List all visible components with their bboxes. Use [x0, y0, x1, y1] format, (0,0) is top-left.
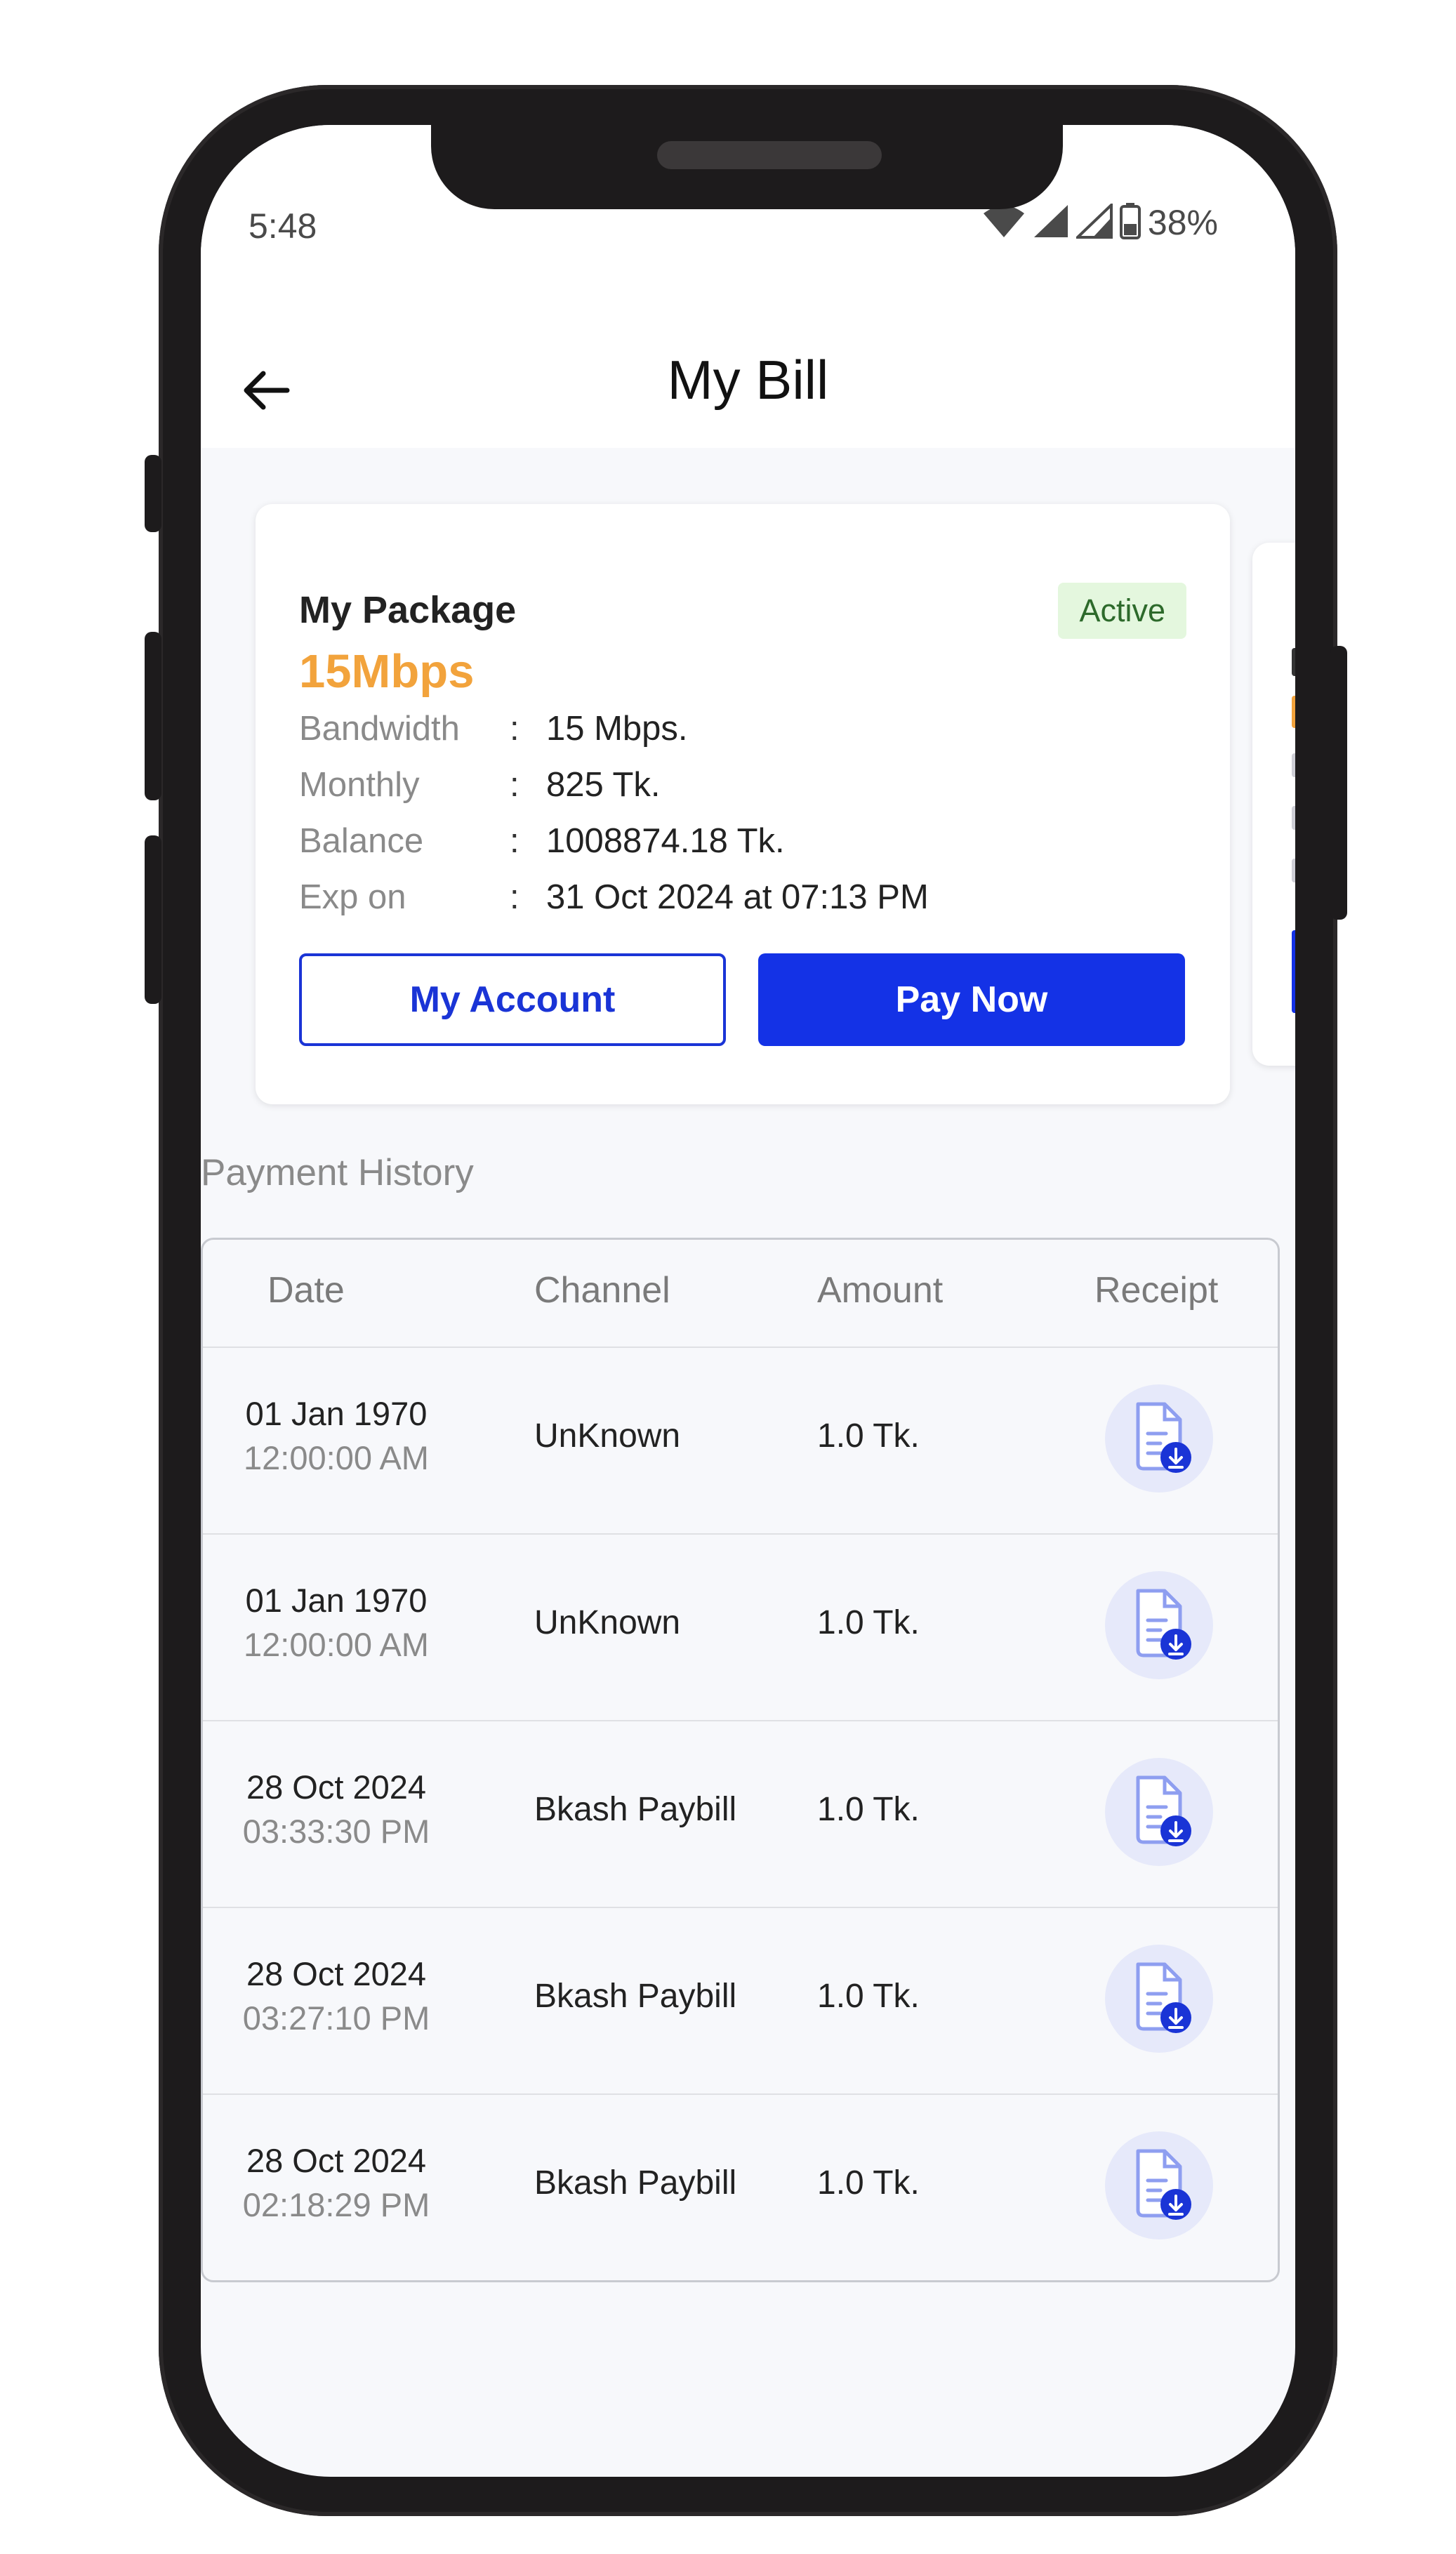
table-row: 28 Oct 2024 03:33:30 PM Bkash Paybill 1.… [203, 1720, 1278, 1908]
pay-now-button[interactable]: Pay Now [758, 953, 1185, 1046]
status-icons: 38% [982, 201, 1218, 243]
table-header: Date Channel Amount Receipt [203, 1240, 1278, 1348]
payment-time: 12:00:00 AM [244, 1626, 429, 1663]
payment-time: 03:33:30 PM [242, 1813, 430, 1850]
info-value: 31 Oct 2024 at 07:13 PM [546, 878, 929, 916]
receipt-download-icon [1124, 2145, 1194, 2226]
payment-history-title: Payment History [201, 1152, 474, 1193]
payment-date-cell: 28 Oct 2024 03:33:30 PM [231, 1768, 442, 1851]
next-package-card[interactable] [1252, 543, 1295, 1066]
payment-time: 12:00:00 AM [244, 1439, 429, 1476]
payment-channel: UnKnown [534, 1604, 681, 1641]
download-receipt-button[interactable] [1105, 2131, 1213, 2239]
payment-amount: 1.0 Tk. [817, 2164, 920, 2202]
page-title: My Bill [667, 349, 829, 411]
info-value: 15 Mbps. [546, 710, 688, 748]
info-label: Exp on [299, 878, 406, 916]
package-heading: My Package [299, 589, 517, 631]
battery-icon [1119, 202, 1141, 243]
phone-screen: 5:48 38% My Bill My Package Active 15Mbp… [201, 125, 1295, 2477]
package-card: My Package Active 15Mbps Bandwidth : 15 … [256, 504, 1230, 1104]
status-time: 5:48 [249, 206, 317, 246]
column-header-channel: Channel [534, 1270, 670, 1311]
payment-history-table: Date Channel Amount Receipt 01 Jan 1970 … [201, 1238, 1280, 2282]
column-header-date: Date [267, 1270, 345, 1311]
payment-channel: Bkash Paybill [534, 1791, 737, 1828]
side-button [145, 455, 161, 532]
signal-icon [1033, 204, 1069, 242]
battery-percent: 38% [1147, 203, 1218, 242]
side-button [145, 632, 161, 800]
payment-channel: UnKnown [534, 1417, 681, 1455]
payment-date-cell: 01 Jan 1970 12:00:00 AM [231, 1394, 442, 1477]
download-receipt-button[interactable] [1105, 1571, 1213, 1679]
peek-heading [1292, 648, 1295, 676]
phone-speaker [657, 141, 882, 169]
peek-button [1292, 930, 1295, 1013]
info-label: Monthly [299, 766, 420, 804]
payment-date: 28 Oct 2024 [246, 1955, 427, 1992]
payment-amount: 1.0 Tk. [817, 1791, 920, 1828]
payment-date-cell: 28 Oct 2024 03:27:10 PM [231, 1954, 442, 2037]
info-separator: : [510, 710, 519, 748]
peek-row [1292, 753, 1295, 777]
info-separator: : [510, 822, 519, 860]
info-label: Bandwidth [299, 710, 460, 748]
table-row: 28 Oct 2024 03:27:10 PM Bkash Paybill 1.… [203, 1907, 1278, 2095]
payment-time: 03:27:10 PM [242, 1999, 430, 2037]
payment-channel: Bkash Paybill [534, 2164, 737, 2202]
column-header-receipt: Receipt [1094, 1270, 1219, 1311]
info-separator: : [510, 766, 519, 804]
payment-date: 28 Oct 2024 [246, 1768, 427, 1806]
payment-amount: 1.0 Tk. [817, 1417, 920, 1455]
app-bar: My Bill [201, 322, 1295, 448]
receipt-download-icon [1124, 1398, 1194, 1479]
my-account-button[interactable]: My Account [299, 953, 726, 1046]
table-row: 01 Jan 1970 12:00:00 AM UnKnown 1.0 Tk. [203, 1347, 1278, 1535]
payment-date: 01 Jan 1970 [245, 1582, 428, 1619]
package-speed: 15Mbps [299, 645, 475, 698]
payment-amount: 1.0 Tk. [817, 1604, 920, 1641]
peek-row [1292, 806, 1295, 830]
payment-date-cell: 28 Oct 2024 02:18:29 PM [231, 2141, 442, 2224]
info-value: 1008874.18 Tk. [546, 822, 785, 860]
download-receipt-button[interactable] [1105, 1384, 1213, 1493]
receipt-download-icon [1124, 1772, 1194, 1853]
info-row-bandwidth: Bandwidth : 15 Mbps. [299, 709, 688, 748]
payment-channel: Bkash Paybill [534, 1978, 737, 2015]
payment-date: 28 Oct 2024 [246, 2142, 427, 2179]
peek-row [1292, 859, 1295, 882]
column-header-amount: Amount [817, 1270, 944, 1311]
payment-amount: 1.0 Tk. [817, 1978, 920, 2015]
table-row: 01 Jan 1970 12:00:00 AM UnKnown 1.0 Tk. [203, 1533, 1278, 1721]
receipt-download-icon [1124, 1585, 1194, 1666]
payment-time: 02:18:29 PM [242, 2186, 430, 2223]
side-button [145, 835, 161, 1004]
signal-icon [1073, 201, 1113, 242]
receipt-download-icon [1124, 1959, 1194, 2039]
info-row-monthly: Monthly : 825 Tk. [299, 765, 661, 805]
info-value: 825 Tk. [546, 766, 661, 804]
table-row: 28 Oct 2024 02:18:29 PM Bkash Paybill 1.… [203, 2093, 1278, 2280]
download-receipt-button[interactable] [1105, 1945, 1213, 2053]
info-separator: : [510, 878, 519, 916]
info-row-expiry: Exp on : 31 Oct 2024 at 07:13 PM [299, 878, 929, 917]
peek-speed [1292, 696, 1295, 728]
status-badge: Active [1058, 583, 1186, 639]
download-receipt-button[interactable] [1105, 1758, 1213, 1866]
payment-date: 01 Jan 1970 [245, 1395, 428, 1432]
info-label: Balance [299, 822, 424, 860]
power-button [1330, 646, 1347, 920]
info-row-balance: Balance : 1008874.18 Tk. [299, 821, 785, 861]
payment-date-cell: 01 Jan 1970 12:00:00 AM [231, 1581, 442, 1664]
